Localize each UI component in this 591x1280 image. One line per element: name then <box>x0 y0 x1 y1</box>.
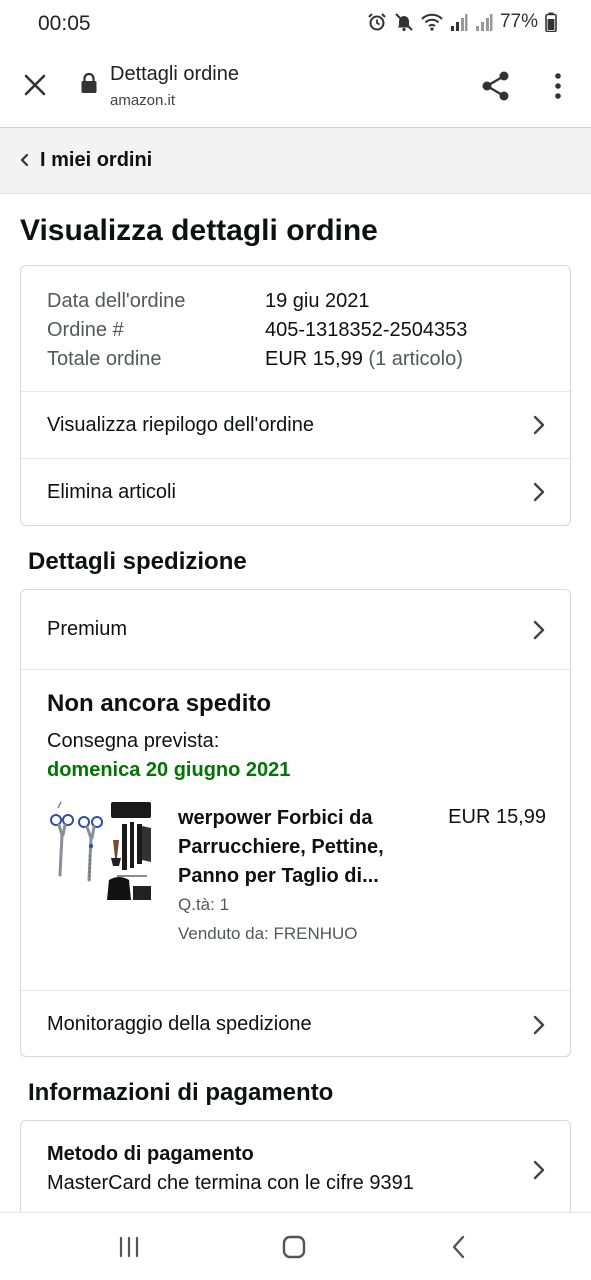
signal-icon <box>450 14 468 31</box>
shipping-method-row[interactable]: Premium <box>21 590 570 669</box>
battery-icon <box>545 12 557 32</box>
view-order-summary-link[interactable]: Visualizza riepilogo dell'ordine <box>21 391 570 458</box>
page-heading: Visualizza dettagli ordine <box>20 214 378 247</box>
payment-method-detail: MasterCard che termina con le cifre 9391 <box>47 1172 414 1194</box>
breadcrumb-label[interactable]: I miei ordini <box>40 149 152 172</box>
product-price: EUR 15,99 <box>448 806 546 828</box>
product-title[interactable]: werpower Forbici da Parrucchiere, Pettin… <box>178 804 418 891</box>
home-icon[interactable] <box>279 1233 309 1261</box>
more-vert-icon[interactable] <box>544 70 572 102</box>
chevron-right-icon <box>533 620 545 640</box>
status-time: 00:05 <box>38 12 91 35</box>
order-total-label: Totale ordine <box>47 348 162 370</box>
breadcrumb[interactable]: I miei ordini <box>0 128 591 194</box>
page-url[interactable]: amazon.it <box>110 92 175 109</box>
shipping-card: Premium Non ancora spedito Consegna prev… <box>20 589 571 1057</box>
order-date-value: 19 giu 2021 <box>265 290 370 312</box>
payment-method-title: Metodo di pagamento <box>47 1143 254 1165</box>
system-nav-bar <box>0 1212 591 1280</box>
order-date-label: Data dell'ordine <box>47 290 186 312</box>
order-number-value: 405-1318352-2504353 <box>265 319 468 341</box>
view-order-summary-label[interactable]: Visualizza riepilogo dell'ordine <box>47 414 314 437</box>
delete-items-link[interactable]: Elimina articoli <box>21 458 570 525</box>
alarm-icon <box>368 13 386 31</box>
order-total-items: (1 articolo) <box>368 348 463 370</box>
delivery-label: Consegna prevista: <box>47 730 220 752</box>
status-icons: 77% <box>367 11 557 33</box>
divider <box>21 669 570 670</box>
shipping-heading: Dettagli spedizione <box>28 548 247 575</box>
page-title: Dettagli ordine <box>110 63 239 85</box>
product-seller: Venduto da: FRENHUO <box>178 924 358 943</box>
chevron-left-icon <box>20 153 29 167</box>
payment-heading: Informazioni di pagamento <box>28 1079 334 1106</box>
track-shipment-label[interactable]: Monitoraggio della spedizione <box>47 1013 312 1036</box>
wifi-icon <box>421 13 443 31</box>
lock-icon <box>81 72 97 93</box>
order-summary-card: Data dell'ordine 19 giu 2021 Ordine # 40… <box>20 265 571 526</box>
product-quantity: Q.tà: 1 <box>178 895 230 914</box>
battery-percent: 77% <box>499 11 538 32</box>
back-icon[interactable] <box>444 1233 474 1261</box>
recent-apps-icon[interactable] <box>114 1233 144 1261</box>
chevron-right-icon <box>533 482 545 502</box>
status-bar: 00:05 77% <box>0 0 591 48</box>
delivery-date: domenica 20 giugno 2021 <box>47 759 291 781</box>
chevron-right-icon <box>533 415 545 435</box>
order-number-label: Ordine # <box>47 319 124 341</box>
shipment-status: Non ancora spedito <box>47 690 272 717</box>
chevron-right-icon <box>533 1160 545 1180</box>
track-shipment-link[interactable]: Monitoraggio della spedizione <box>21 990 570 1056</box>
close-icon[interactable] <box>18 68 52 102</box>
chevron-right-icon <box>533 1015 545 1035</box>
share-icon[interactable] <box>478 68 514 104</box>
delete-items-label[interactable]: Elimina articoli <box>47 481 176 504</box>
shipping-method-label[interactable]: Premium <box>47 618 127 641</box>
signal-icon-secondary <box>475 14 493 31</box>
product-image[interactable] <box>47 800 155 910</box>
order-total-value: EUR 15,99 <box>265 348 363 370</box>
browser-toolbar: Dettagli ordine amazon.it <box>0 48 591 128</box>
order-total: EUR 15,99 (1 articolo) <box>265 348 463 371</box>
mute-icon <box>395 13 413 32</box>
